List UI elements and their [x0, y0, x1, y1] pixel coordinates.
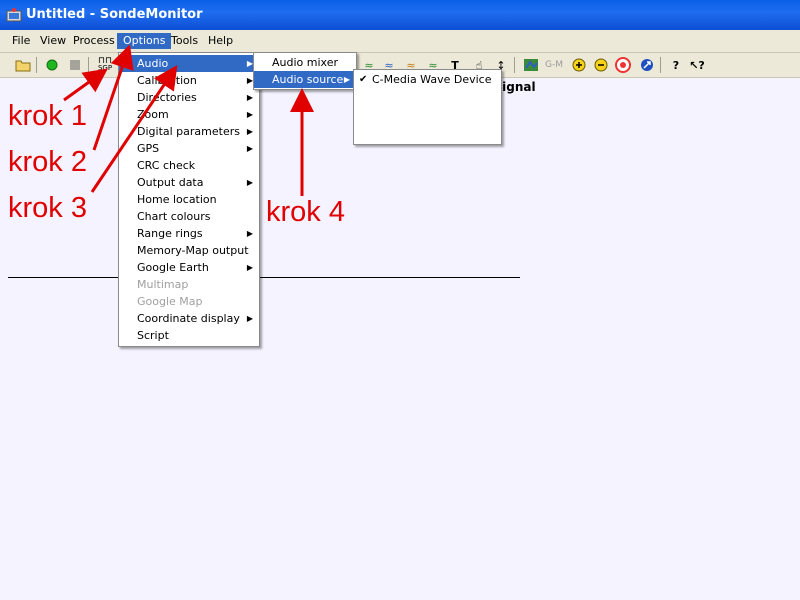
- options-item-output-data[interactable]: Output data ▶: [119, 174, 259, 191]
- submenu-arrow-icon: ▶: [246, 178, 253, 187]
- menu-file[interactable]: File: [6, 33, 36, 49]
- options-item-audio[interactable]: Audio ▶: [119, 55, 259, 72]
- app-window: Untitled - SondeMonitor File View Proces…: [0, 0, 800, 600]
- options-item-chart-colours[interactable]: Chart colours: [119, 208, 259, 225]
- audio-source-submenu: ✔ C-Media Wave Device: [353, 69, 502, 145]
- submenu-arrow-icon: ▶: [246, 127, 253, 136]
- sondemonitor-app-icon: [6, 8, 22, 22]
- submenu-arrow-icon: ▶: [343, 75, 350, 84]
- map-icon[interactable]: [522, 56, 540, 74]
- annotation-krok-2: krok 2: [8, 146, 87, 178]
- menu-tools[interactable]: Tools: [165, 33, 204, 49]
- help-icon[interactable]: ?: [667, 56, 685, 74]
- toolbar-separator: [36, 57, 37, 73]
- options-item-script[interactable]: Script: [119, 327, 259, 344]
- options-item-home-location[interactable]: Home location: [119, 191, 259, 208]
- options-item-google-map: Google Map: [137, 295, 203, 308]
- options-item-range-rings[interactable]: Range rings ▶: [119, 225, 259, 242]
- context-help-icon[interactable]: ↖?: [688, 56, 706, 74]
- submenu-arrow-icon: ▶: [246, 93, 253, 102]
- options-item-gps[interactable]: GPS ▶: [119, 140, 259, 157]
- chart-axis-line: [8, 277, 520, 278]
- toolbar-separator: [88, 57, 89, 73]
- annotation-krok-3: krok 3: [8, 192, 87, 224]
- zoom-in-icon[interactable]: [570, 56, 588, 74]
- options-item-crc-check[interactable]: CRC check: [119, 157, 259, 174]
- google-map-icon[interactable]: G-M: [544, 56, 564, 74]
- options-item-memory-map-output[interactable]: Memory-Map output: [119, 242, 259, 259]
- annotation-krok-1: krok 1: [8, 100, 87, 132]
- options-item-calibration[interactable]: Calibration ▶: [119, 72, 259, 89]
- menu-process[interactable]: Process: [67, 33, 121, 49]
- submenu-arrow-icon: ▶: [246, 229, 253, 238]
- menu-options[interactable]: Options: [117, 33, 172, 49]
- options-item-google-earth[interactable]: Google Earth ▶: [119, 259, 259, 276]
- menu-bar: File View Process Options Tools Help: [0, 30, 800, 53]
- open-folder-icon[interactable]: [14, 56, 32, 74]
- options-menu: Audio ▶ Calibration ▶ Directories ▶ Zoom ▶ D…: [118, 52, 260, 347]
- checkmark-icon: ✔: [359, 74, 368, 85]
- sgp-icon[interactable]: ⊓⊓ SGP: [96, 56, 114, 74]
- submenu-arrow-icon: ▶: [246, 314, 253, 323]
- audio-submenu: Audio mixer Audio source ▶: [253, 52, 357, 90]
- menu-help[interactable]: Help: [202, 33, 239, 49]
- audio-item-audio-mixer[interactable]: Audio mixer: [254, 54, 356, 71]
- navigate-icon[interactable]: [638, 56, 656, 74]
- start-icon[interactable]: [43, 56, 61, 74]
- submenu-arrow-icon: ▶: [246, 144, 253, 153]
- stop-icon[interactable]: [66, 56, 84, 74]
- title-bar: Untitled - SondeMonitor: [0, 0, 800, 30]
- audio-item-audio-source[interactable]: Audio source ▶: [254, 71, 356, 88]
- options-item-coordinate-display[interactable]: Coordinate display ▶: [119, 310, 259, 327]
- annotation-krok-4: krok 4: [266, 196, 345, 228]
- submenu-arrow-icon: ▶: [246, 263, 253, 272]
- toolbar-separator: [514, 57, 515, 73]
- audio-source-item-cmedia[interactable]: ✔ C-Media Wave Device: [354, 71, 501, 88]
- options-item-digital-parameters[interactable]: Digital parameters ▶: [119, 123, 259, 140]
- options-item-multimap: Multimap: [137, 278, 189, 291]
- options-item-zoom[interactable]: Zoom ▶: [119, 106, 259, 123]
- zoom-out-icon[interactable]: [592, 56, 610, 74]
- target-icon[interactable]: [614, 56, 632, 74]
- toolbar-separator: [660, 57, 661, 73]
- options-item-directories[interactable]: Directories ▶: [119, 89, 259, 106]
- submenu-arrow-icon: ▶: [246, 110, 253, 119]
- window-title: Untitled - SondeMonitor: [26, 7, 203, 22]
